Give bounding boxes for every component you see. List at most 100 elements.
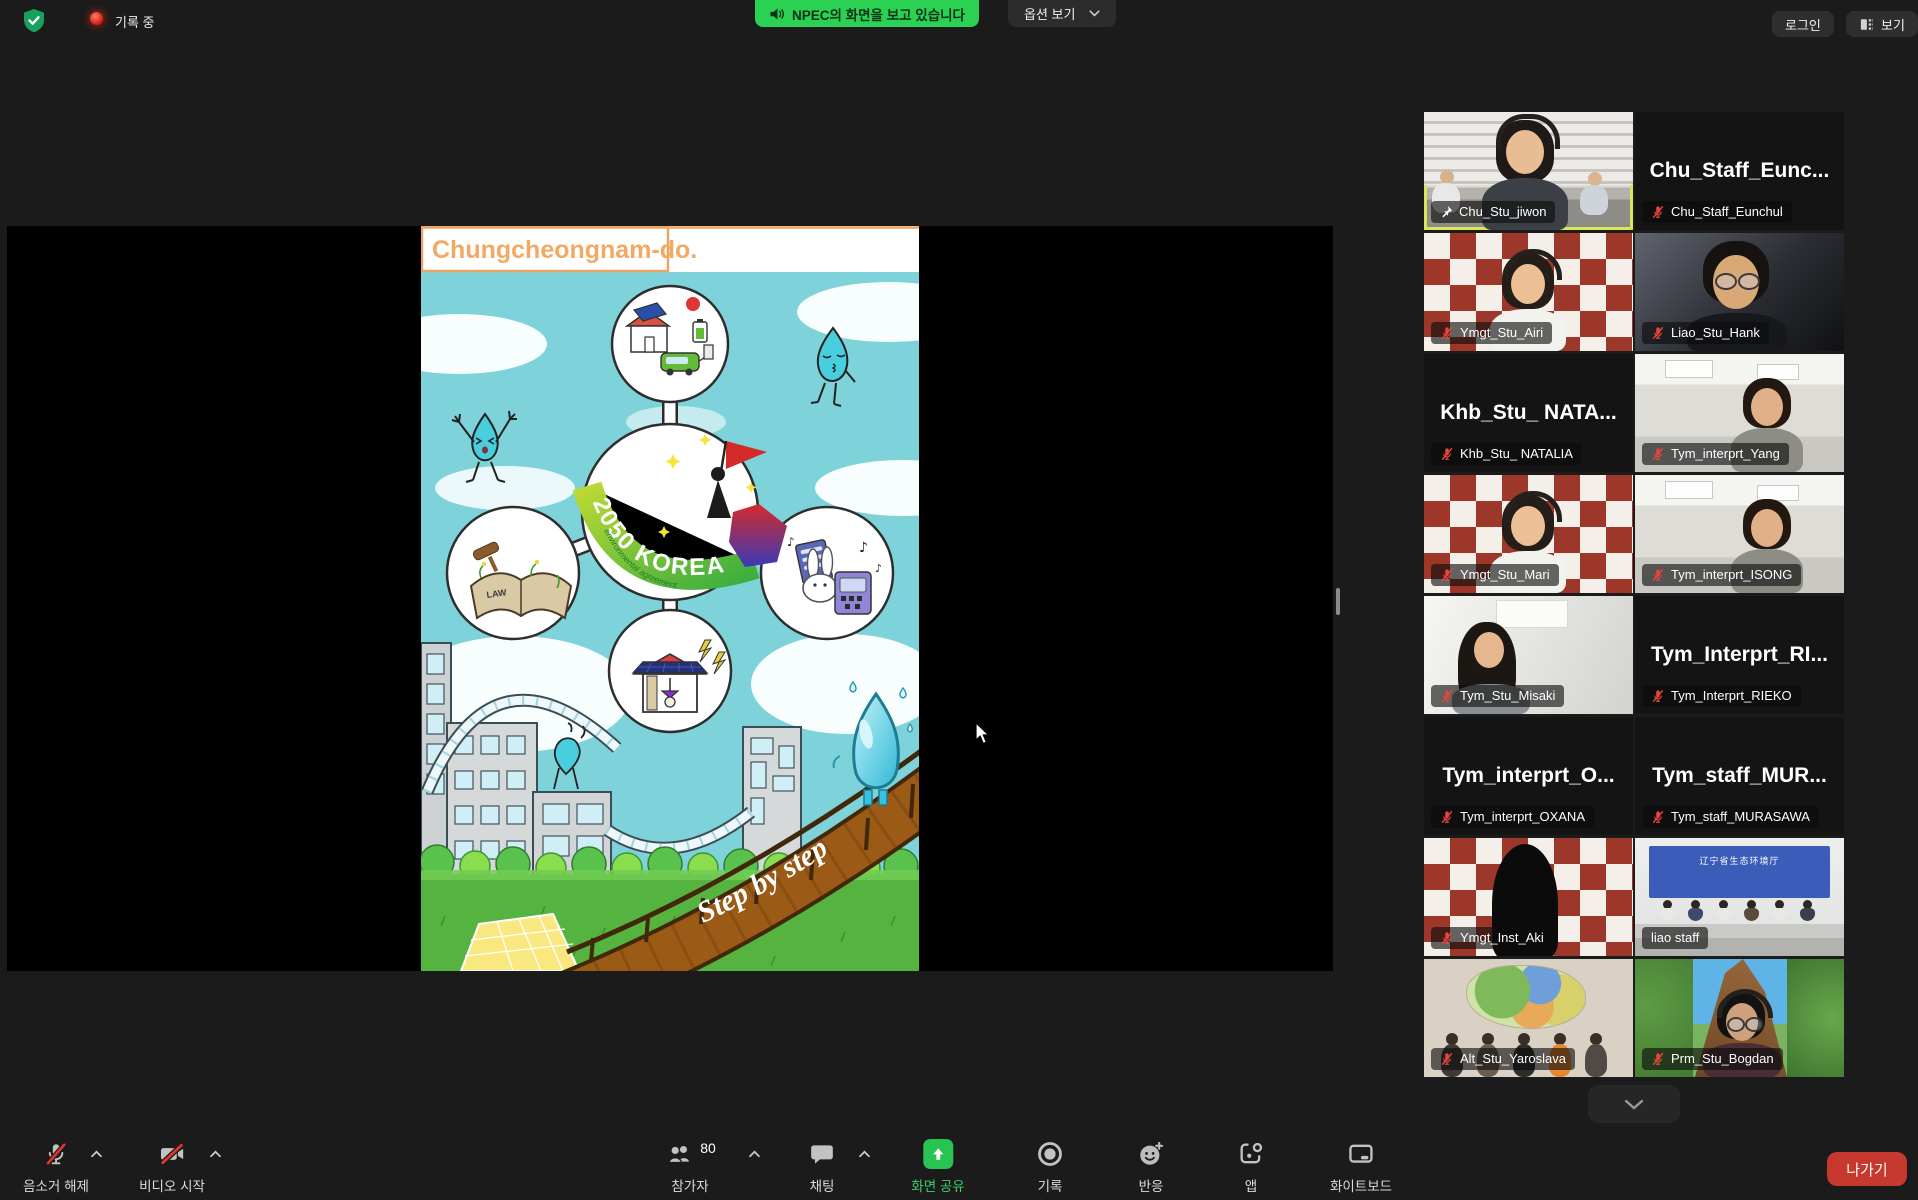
participant-name-label: Ymgt_Stu_Mari xyxy=(1431,564,1559,586)
chevron-down-icon xyxy=(1089,10,1100,17)
participant-name-label: Tym_interprt_ISONG xyxy=(1642,564,1801,586)
participant-tile[interactable]: 辽宁省生态环境厅 liao staff xyxy=(1635,838,1844,956)
muted-mic-icon xyxy=(1440,568,1454,582)
muted-mic-icon xyxy=(1651,810,1665,824)
participant-tile[interactable]: Alt_Stu_Yaroslava xyxy=(1424,959,1633,1077)
unmute-button[interactable]: 음소거 해제 xyxy=(23,1139,89,1195)
participant-tile[interactable]: Tym_Interprt_RI...Tym_Interprt_RIEKO xyxy=(1635,596,1844,714)
login-button[interactable]: 로그인 xyxy=(1772,11,1834,37)
start-video-label: 비디오 시작 xyxy=(139,1175,205,1195)
meeting-toolbar: 음소거 해제 비디오 시작 xyxy=(0,1128,1918,1200)
participant-tile[interactable]: Liao_Stu_Hank xyxy=(1635,233,1844,351)
conference-banner: 辽宁省生态环境厅 xyxy=(1649,846,1830,898)
chat-label: 채팅 xyxy=(810,1175,835,1195)
muted-mic-icon xyxy=(1651,568,1665,582)
chat-options-caret-icon[interactable] xyxy=(858,1150,871,1158)
participant-name-label: Ymgt_Stu_Airi xyxy=(1431,322,1552,344)
svg-text:♪: ♪ xyxy=(787,535,795,549)
participants-count: 80 xyxy=(700,1140,716,1156)
svg-text:♪: ♪ xyxy=(875,562,882,575)
mic-slash-icon xyxy=(43,1140,69,1168)
participant-name-label: Khb_Stu_ NATALIA xyxy=(1431,443,1582,465)
participant-name-label: Tym_Stu_Misaki xyxy=(1431,685,1564,707)
apps-button[interactable]: 앱 xyxy=(1237,1139,1265,1195)
participant-name-label: Tym_staff_MURASAWA xyxy=(1642,806,1819,828)
whiteboard-button[interactable]: 화이트보드 xyxy=(1330,1139,1392,1195)
mute-options-caret-icon[interactable] xyxy=(90,1150,103,1158)
top-bar: 기록 중 NPEC의 화면을 보고 있습니다 옵션 보기 로그인 xyxy=(0,0,1918,42)
muted-mic-icon xyxy=(1440,931,1454,945)
participant-name-label: Chu_Stu_jiwon xyxy=(1431,201,1555,223)
leave-button[interactable]: 나가기 xyxy=(1827,1152,1907,1186)
participant-tile[interactable]: Chu_Stu_jiwon xyxy=(1424,112,1633,230)
chevron-down-icon xyxy=(1624,1099,1644,1110)
muted-mic-icon xyxy=(1651,1052,1665,1066)
participant-tile[interactable]: Tym_Stu_Misaki xyxy=(1424,596,1633,714)
recording-label: 기록 중 xyxy=(115,12,155,31)
view-options-button[interactable]: 옵션 보기 xyxy=(1008,0,1116,27)
recording-dot xyxy=(90,12,103,25)
whiteboard-label: 화이트보드 xyxy=(1330,1175,1392,1195)
view-options-label: 옵션 보기 xyxy=(1024,4,1075,23)
share-screen-button[interactable]: 화면 공유 xyxy=(911,1139,964,1195)
participant-name-label: Ymgt_Inst_Aki xyxy=(1431,927,1553,949)
whiteboard-icon xyxy=(1346,1140,1376,1168)
mouse-cursor xyxy=(975,722,992,746)
reactions-label: 반응 xyxy=(1139,1175,1164,1195)
grid-icon xyxy=(1859,17,1874,32)
record-button[interactable]: 기록 xyxy=(1036,1139,1064,1195)
camera-slash-icon xyxy=(157,1140,187,1168)
muted-mic-icon xyxy=(1440,447,1454,461)
participant-tile[interactable]: Prm_Stu_Bogdan xyxy=(1635,959,1844,1077)
encryption-shield-icon[interactable] xyxy=(22,8,46,34)
record-circle-icon xyxy=(1036,1140,1064,1168)
participants-button[interactable]: 80 참가자 xyxy=(664,1139,716,1195)
share-screen-label: 화면 공유 xyxy=(911,1175,964,1195)
shared-poster: 2050 KOREA environmental agreement xyxy=(421,226,919,971)
banner-text: NPEC의 화면을 보고 있습니다 xyxy=(792,4,965,24)
shared-screen: 2050 KOREA environmental agreement xyxy=(7,226,1333,971)
participant-name-label: Prm_Stu_Bogdan xyxy=(1642,1048,1783,1070)
muted-mic-icon xyxy=(1651,326,1665,340)
start-video-button[interactable]: 비디오 시작 xyxy=(139,1139,205,1195)
participant-tile[interactable]: Ymgt_Stu_Mari xyxy=(1424,475,1633,593)
muted-mic-icon xyxy=(1651,205,1665,219)
participant-tile[interactable]: Tym_interprt_O...Tym_interprt_OXANA xyxy=(1424,717,1633,835)
participant-tile[interactable]: Khb_Stu_ NATA...Khb_Stu_ NATALIA xyxy=(1424,354,1633,472)
video-options-caret-icon[interactable] xyxy=(209,1150,222,1158)
smiley-plus-icon xyxy=(1137,1140,1165,1168)
participant-tile[interactable]: Ymgt_Inst_Aki xyxy=(1424,838,1633,956)
participant-name-label: Tym_interprt_OXANA xyxy=(1431,806,1594,828)
view-button[interactable]: 보기 xyxy=(1846,11,1918,37)
zoom-meeting-window: 기록 중 NPEC의 화면을 보고 있습니다 옵션 보기 로그인 xyxy=(0,0,1918,1200)
panel-resize-handle[interactable] xyxy=(1336,588,1340,615)
apps-label: 앱 xyxy=(1245,1175,1257,1195)
participant-name-label: liao staff xyxy=(1642,927,1708,949)
login-label: 로그인 xyxy=(1785,15,1821,34)
participant-tile[interactable]: Tym_interprt_ISONG xyxy=(1635,475,1844,593)
apps-icon xyxy=(1237,1140,1265,1168)
people-icon xyxy=(664,1141,694,1167)
muted-mic-icon xyxy=(1440,810,1454,824)
unmute-label: 음소거 해제 xyxy=(23,1175,89,1195)
muted-mic-icon xyxy=(1440,1052,1454,1066)
more-participants-button[interactable] xyxy=(1588,1085,1680,1123)
participant-name-label: Alt_Stu_Yaroslava xyxy=(1431,1048,1575,1070)
participant-tile[interactable]: Tym_staff_MUR...Tym_staff_MURASAWA xyxy=(1635,717,1844,835)
svg-text:♪: ♪ xyxy=(859,540,868,556)
chat-button[interactable]: 채팅 xyxy=(809,1139,835,1195)
muted-mic-icon xyxy=(1440,326,1454,340)
participant-name-label: Liao_Stu_Hank xyxy=(1642,322,1769,344)
participant-tile[interactable]: Chu_Staff_Eunc...Chu_Staff_Eunchul xyxy=(1635,112,1844,230)
muted-mic-icon xyxy=(1440,689,1454,703)
participant-name-label: Chu_Staff_Eunchul xyxy=(1642,201,1792,223)
pin-icon xyxy=(1440,205,1453,218)
record-label: 기록 xyxy=(1038,1175,1063,1195)
participant-tile[interactable]: Tym_interprt_Yang xyxy=(1635,354,1844,472)
participants-caret-icon[interactable] xyxy=(748,1150,761,1158)
speaker-icon xyxy=(769,7,785,21)
reactions-button[interactable]: 반응 xyxy=(1137,1139,1165,1195)
participant-tile[interactable]: Ymgt_Stu_Airi xyxy=(1424,233,1633,351)
muted-mic-icon xyxy=(1651,689,1665,703)
participants-label: 참가자 xyxy=(671,1175,708,1195)
